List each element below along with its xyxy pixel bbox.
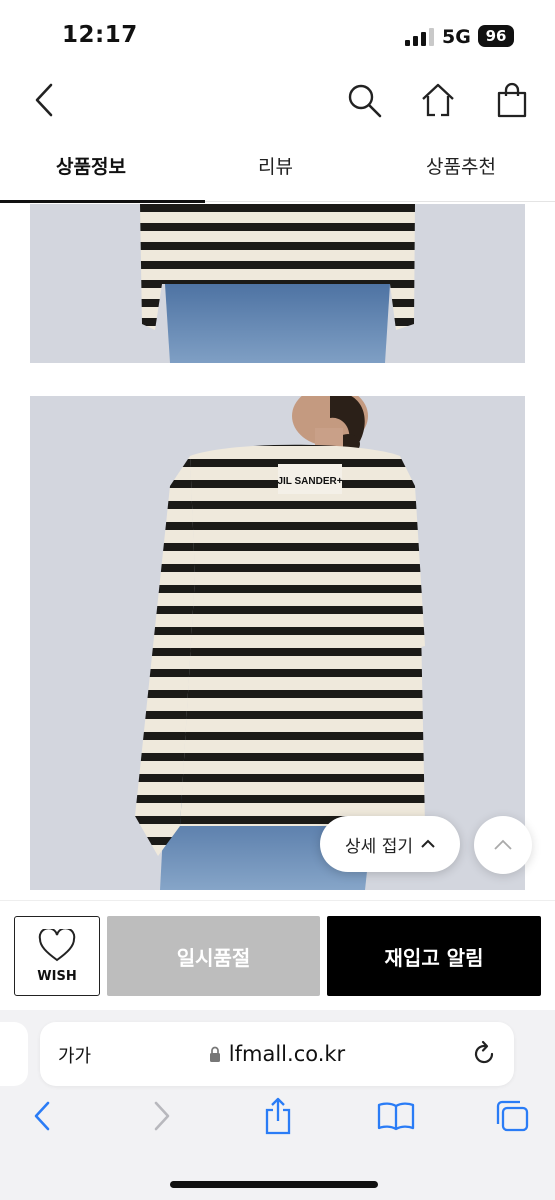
tab-recommend[interactable]: 상품추천 xyxy=(426,152,496,179)
browser-back-icon[interactable] xyxy=(20,1094,64,1138)
network-label: 5G xyxy=(442,26,471,48)
status-time: 12:17 xyxy=(62,22,138,48)
striped-shirt-back-image: JIL SANDER+ xyxy=(30,396,525,890)
bookmarks-icon[interactable] xyxy=(374,1094,418,1138)
product-photo xyxy=(30,204,525,363)
temporarily-sold-out-button[interactable]: 일시품절 xyxy=(107,916,320,996)
tab-review[interactable]: 리뷰 xyxy=(258,152,293,179)
striped-shirt-front-image xyxy=(30,204,525,363)
purchase-action-bar: WISH 일시품절 재입고 알림 xyxy=(0,900,555,1010)
scroll-to-top-button[interactable] xyxy=(474,816,532,874)
home-icon[interactable] xyxy=(416,78,460,122)
url-display[interactable]: lfmall.co.kr xyxy=(40,1022,514,1086)
chevron-up-icon xyxy=(421,839,435,848)
shopping-bag-icon[interactable] xyxy=(490,78,534,122)
url-text: lfmall.co.kr xyxy=(228,1042,346,1066)
collapse-details-button[interactable]: 상세 접기 xyxy=(320,816,460,872)
active-tab-underline xyxy=(0,200,205,203)
collapse-details-label: 상세 접기 xyxy=(345,836,413,857)
address-bar[interactable]: 가가 lfmall.co.kr xyxy=(40,1022,514,1086)
search-icon[interactable] xyxy=(342,78,386,122)
app-header xyxy=(0,70,555,130)
previous-tab-peek[interactable] xyxy=(0,1022,28,1086)
chevron-up-icon xyxy=(494,839,512,850)
battery-indicator: 96 xyxy=(478,25,514,47)
reload-icon[interactable] xyxy=(470,1040,498,1068)
product-photo: JIL SANDER+ xyxy=(30,396,525,890)
tabs-icon[interactable] xyxy=(490,1094,534,1138)
lock-icon xyxy=(209,1046,220,1062)
status-bar: 12:17 5G 96 xyxy=(0,0,555,70)
wish-button[interactable]: WISH xyxy=(14,916,100,996)
home-indicator xyxy=(170,1181,378,1188)
signal-icon xyxy=(405,28,434,46)
brand-print: JIL SANDER+ xyxy=(277,476,342,487)
wish-label: WISH xyxy=(37,968,77,984)
browser-forward-icon[interactable] xyxy=(140,1094,184,1138)
tab-product-info[interactable]: 상품정보 xyxy=(56,152,126,179)
share-icon[interactable] xyxy=(256,1094,300,1138)
back-icon[interactable] xyxy=(22,78,66,122)
product-tabs: 상품정보 리뷰 상품추천 xyxy=(0,140,555,203)
restock-alert-button[interactable]: 재입고 알림 xyxy=(327,916,541,996)
heart-icon xyxy=(38,928,76,961)
